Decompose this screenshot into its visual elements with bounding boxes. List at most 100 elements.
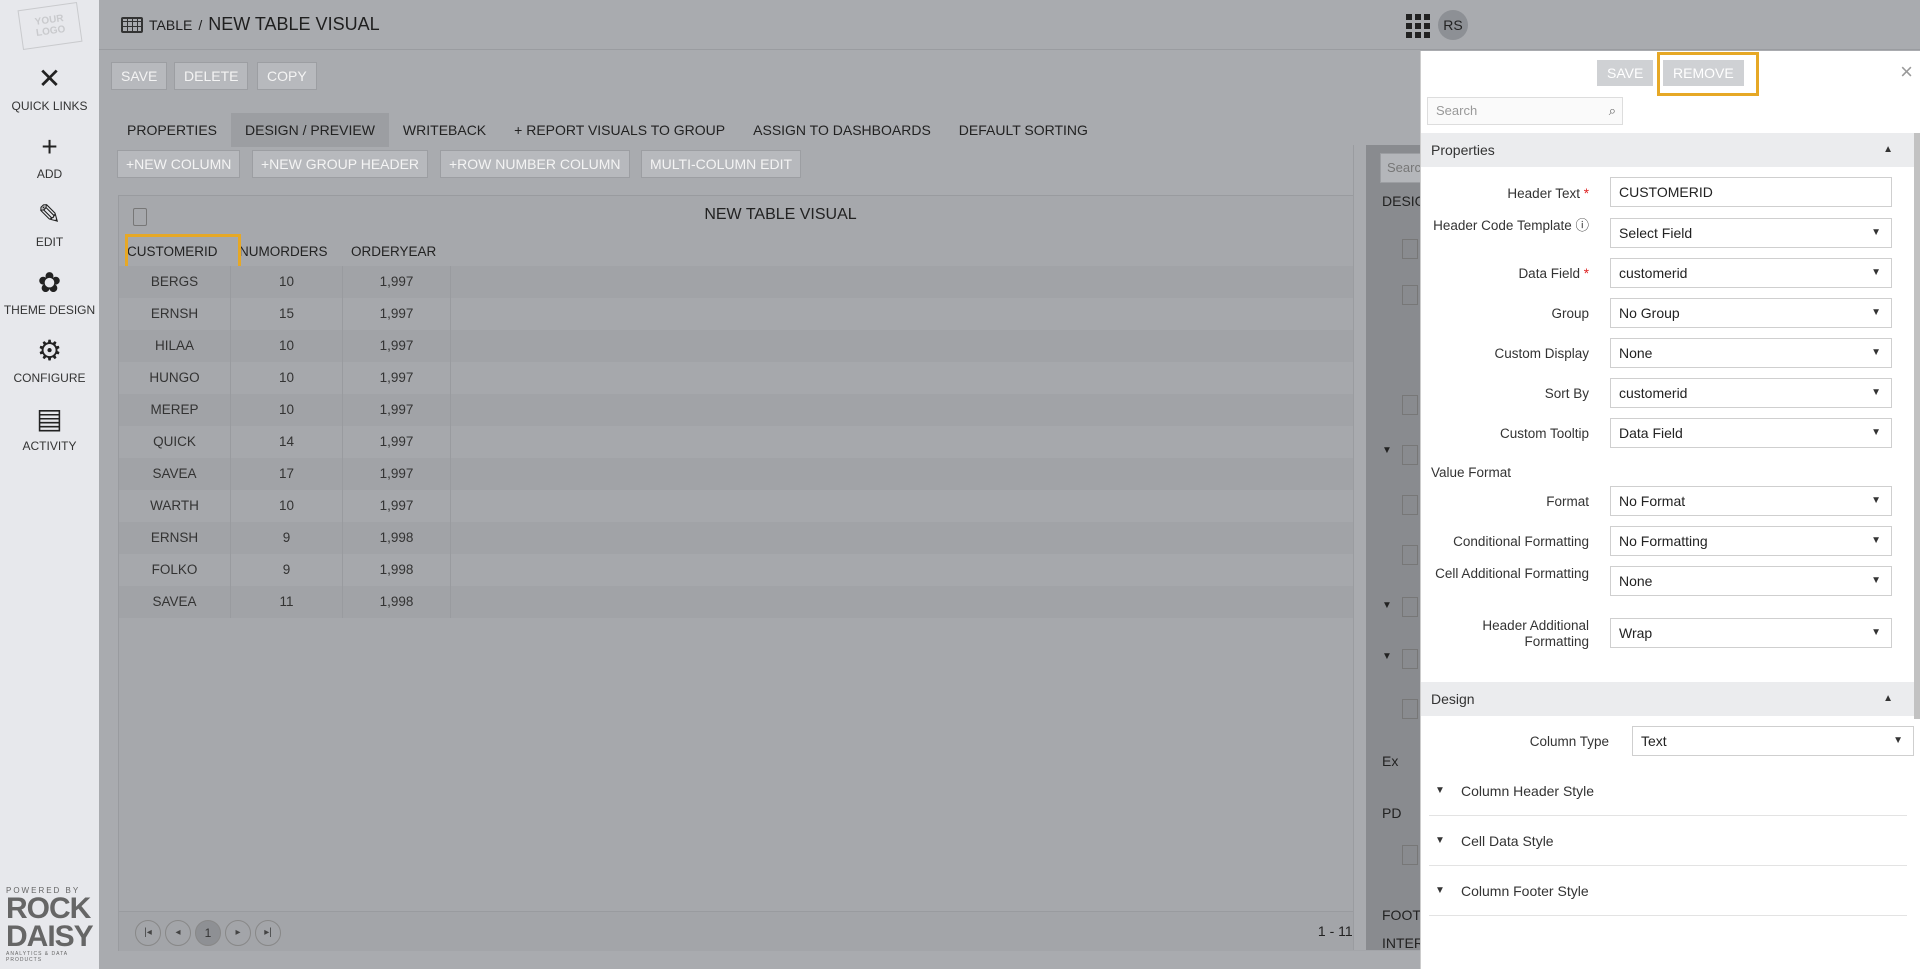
table-row[interactable]: SAVEA 11 1,998 <box>119 586 1447 618</box>
delete-button[interactable]: DELETE <box>174 62 249 90</box>
table-visual-preview: NEW TABLE VISUAL × CUSTOMERID NUMORDERS … <box>118 195 1447 951</box>
column-type-select[interactable]: Text ▼ <box>1632 726 1914 756</box>
table-row[interactable]: FOLKO 9 1,998 <box>119 554 1447 586</box>
header-text-input[interactable]: CUSTOMERID <box>1610 177 1892 207</box>
column-footer-style-toggle[interactable]: ▼ Column Footer Style <box>1429 866 1907 916</box>
tab-design-preview[interactable]: DESIGN / PREVIEW <box>231 113 389 147</box>
nav-label: CONFIGURE <box>13 371 86 385</box>
table-row[interactable]: ERNSH 9 1,998 <box>119 522 1447 554</box>
last-page-icon[interactable]: ▸| <box>255 920 281 946</box>
row-number-column-button[interactable]: +ROW NUMBER COLUMN <box>440 150 630 178</box>
conditional-formatting-select[interactable]: No Formatting ▼ <box>1610 526 1892 556</box>
header-code-template-select[interactable]: Select Field ▼ <box>1610 218 1892 248</box>
tab-report-visuals-to-group[interactable]: + REPORT VISUALS TO GROUP <box>500 113 739 147</box>
data-field-select[interactable]: customerid ▼ <box>1610 258 1892 288</box>
new-column-button[interactable]: +NEW COLUMN <box>117 150 241 178</box>
table-row[interactable]: HUNGO 10 1,997 <box>119 362 1447 394</box>
nav-quick-links[interactable]: ✕ QUICK LINKS <box>0 64 99 114</box>
background-pdf-label: PD <box>1382 805 1402 821</box>
background-inter-label: INTER <box>1382 935 1424 951</box>
nav-activity[interactable]: ▤ ACTIVITY <box>0 404 99 454</box>
save-button[interactable]: SAVE <box>111 62 168 90</box>
nav-configure[interactable]: ⚙ CONFIGURE <box>0 336 99 386</box>
format-select[interactable]: No Format ▼ <box>1610 486 1892 516</box>
table-row[interactable]: ERNSH 15 1,997 <box>119 298 1447 330</box>
prev-page-icon[interactable]: ◂ <box>165 920 191 946</box>
next-page-icon[interactable]: ▸ <box>225 920 251 946</box>
cell: 17 <box>231 458 343 490</box>
expand-icon[interactable]: ▼ <box>1382 600 1392 611</box>
search-icon[interactable]: ⌕ <box>1609 98 1616 124</box>
expand-icon[interactable]: ▼ <box>1382 445 1392 456</box>
first-page-icon[interactable]: |◂ <box>135 920 161 946</box>
nav-add[interactable]: + ADD <box>0 132 99 182</box>
checkbox[interactable] <box>1402 597 1418 617</box>
table-row[interactable]: SAVEA 17 1,997 <box>119 458 1447 490</box>
breadcrumb-parent[interactable]: TABLE <box>149 17 192 33</box>
scrollbar[interactable] <box>1914 133 1920 719</box>
design-section-header[interactable]: Design ▲ <box>1421 682 1915 716</box>
property-scroll-area[interactable]: Properties ▲ Header Text * CUSTOMERID He… <box>1421 133 1915 969</box>
custom-display-select[interactable]: None ▼ <box>1610 338 1892 368</box>
checkbox[interactable] <box>1402 495 1418 515</box>
table-row[interactable]: HILAA 10 1,997 <box>119 330 1447 362</box>
nav-theme-design[interactable]: ✿ THEME DESIGN <box>0 268 99 318</box>
field-label: Header Text * <box>1507 186 1589 201</box>
cell-additional-formatting-select[interactable]: None ▼ <box>1610 566 1892 596</box>
collapsible-label: Cell Data Style <box>1461 833 1554 849</box>
checkbox[interactable] <box>1402 699 1418 719</box>
sort-by-select[interactable]: customerid ▼ <box>1610 378 1892 408</box>
checkbox[interactable] <box>1402 239 1418 259</box>
checkbox[interactable] <box>1402 445 1418 465</box>
custom-tooltip-select[interactable]: Data Field ▼ <box>1610 418 1892 448</box>
nav-edit[interactable]: ✎ EDIT <box>0 200 99 250</box>
checkbox[interactable] <box>1402 845 1418 865</box>
cell: 15 <box>231 298 343 330</box>
new-group-header-button[interactable]: +NEW GROUP HEADER <box>252 150 429 178</box>
cell: 10 <box>231 266 343 298</box>
expand-icon[interactable]: ▼ <box>1382 651 1392 662</box>
table-row[interactable]: BERGS 10 1,997 <box>119 266 1447 298</box>
selected-column-highlight <box>125 234 241 270</box>
collapse-icon[interactable]: ▲ <box>1883 133 1893 167</box>
cell: 11 <box>231 586 343 618</box>
tab-assign-to-dashboards[interactable]: ASSIGN TO DASHBOARDS <box>739 113 945 147</box>
page-title: NEW TABLE VISUAL <box>208 14 380 34</box>
panel-save-button[interactable]: SAVE <box>1597 60 1654 86</box>
multi-column-edit-button[interactable]: MULTI-COLUMN EDIT <box>641 150 802 178</box>
field-conditional-formatting: Conditional Formatting No Formatting ▼ <box>1421 526 1915 566</box>
cell-data-style-toggle[interactable]: ▼ Cell Data Style <box>1429 816 1907 866</box>
table-row[interactable]: QUICK 14 1,997 <box>119 426 1447 458</box>
tab-properties[interactable]: PROPERTIES <box>113 113 231 147</box>
checkbox[interactable] <box>1402 649 1418 669</box>
collapse-icon[interactable]: ▲ <box>1883 682 1893 716</box>
panel-splitter[interactable] <box>1353 145 1366 950</box>
close-icon[interactable]: × <box>1900 61 1913 83</box>
header-additional-formatting-select[interactable]: Wrap ▼ <box>1610 618 1892 648</box>
checkbox[interactable] <box>1402 395 1418 415</box>
pager: |◂ ◂ 1 ▸ ▸| 1 - 11 of 11 items <box>119 911 1442 951</box>
column-header-style-toggle[interactable]: ▼ Column Header Style <box>1429 766 1907 816</box>
table-row[interactable]: MEREP 10 1,997 <box>119 394 1447 426</box>
checkbox[interactable] <box>1402 285 1418 305</box>
field-custom-display: Custom Display None ▼ <box>1421 334 1915 374</box>
column-header-orderyear[interactable]: ORDERYEAR <box>343 239 451 265</box>
table-row[interactable]: WARTH 10 1,997 <box>119 490 1447 522</box>
breadcrumb: TABLE / NEW TABLE VISUAL <box>121 14 380 35</box>
checkbox[interactable] <box>1402 545 1418 565</box>
avatar[interactable]: RS <box>1438 10 1468 40</box>
page-number-button[interactable]: 1 <box>195 920 221 946</box>
property-search-input[interactable]: Search ⌕ <box>1427 97 1623 125</box>
copy-button[interactable]: COPY <box>257 62 317 90</box>
cell: 14 <box>231 426 343 458</box>
nav-label: EDIT <box>35 235 64 249</box>
collapsible-label: Column Footer Style <box>1461 883 1589 899</box>
apps-grid-icon[interactable] <box>1406 14 1430 38</box>
group-select[interactable]: No Group ▼ <box>1610 298 1892 328</box>
properties-section-header[interactable]: Properties ▲ <box>1421 133 1915 167</box>
tab-writeback[interactable]: WRITEBACK <box>389 113 500 147</box>
column-header-numorders[interactable]: NUMORDERS <box>231 239 343 265</box>
section-title: Properties <box>1431 142 1495 158</box>
visual-title: NEW TABLE VISUAL <box>704 206 857 223</box>
tab-default-sorting[interactable]: DEFAULT SORTING <box>945 113 1102 147</box>
